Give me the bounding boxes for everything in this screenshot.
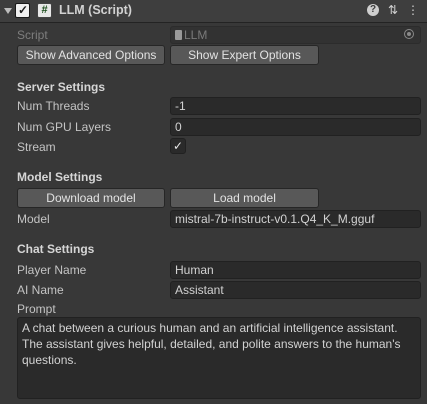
presets-icon[interactable]: ⇅	[386, 3, 400, 17]
help-icon[interactable]: ?	[367, 4, 379, 16]
model-settings-header: Model Settings	[17, 170, 103, 184]
player-name-input[interactable]: Human	[170, 261, 421, 279]
model-input[interactable]: mistral-7b-instruct-v0.1.Q4_K_M.gguf	[170, 210, 421, 228]
checkmark-icon: ✓	[18, 3, 29, 17]
stream-label: Stream	[17, 140, 56, 154]
player-name-label: Player Name	[17, 263, 87, 277]
context-menu-icon[interactable]: ⋮	[406, 3, 420, 17]
model-label: Model	[17, 212, 50, 226]
load-model-button[interactable]: Load model	[170, 188, 319, 208]
ai-name-label: AI Name	[17, 283, 64, 297]
num-gpu-layers-label: Num GPU Layers	[17, 120, 112, 134]
script-label: Script	[17, 28, 48, 42]
show-expert-options-button[interactable]: Show Expert Options	[170, 45, 319, 65]
show-advanced-options-button[interactable]: Show Advanced Options	[17, 45, 165, 65]
ai-name-input[interactable]: Assistant	[170, 281, 421, 299]
num-threads-label: Num Threads	[17, 99, 90, 113]
script-icon: #	[37, 3, 52, 18]
chat-settings-header: Chat Settings	[17, 242, 95, 256]
object-picker-icon	[404, 29, 414, 39]
script-file-icon	[175, 30, 182, 40]
checkmark-icon: ✓	[172, 139, 184, 153]
num-gpu-layers-input[interactable]: 0	[170, 118, 421, 136]
stream-checkbox[interactable]: ✓	[170, 138, 186, 154]
foldout-arrow-icon[interactable]	[4, 8, 12, 14]
component-title: LLM (Script)	[59, 3, 132, 17]
num-threads-input[interactable]: -1	[170, 97, 421, 115]
server-settings-header: Server Settings	[17, 80, 106, 94]
script-value: LLM	[184, 28, 208, 42]
prompt-textarea[interactable]: A chat between a curious human and an ar…	[17, 317, 421, 399]
download-model-button[interactable]: Download model	[17, 188, 165, 208]
component-enabled-checkbox[interactable]: ✓	[15, 3, 30, 18]
prompt-label: Prompt	[17, 302, 56, 316]
script-field: LLM	[170, 26, 421, 44]
